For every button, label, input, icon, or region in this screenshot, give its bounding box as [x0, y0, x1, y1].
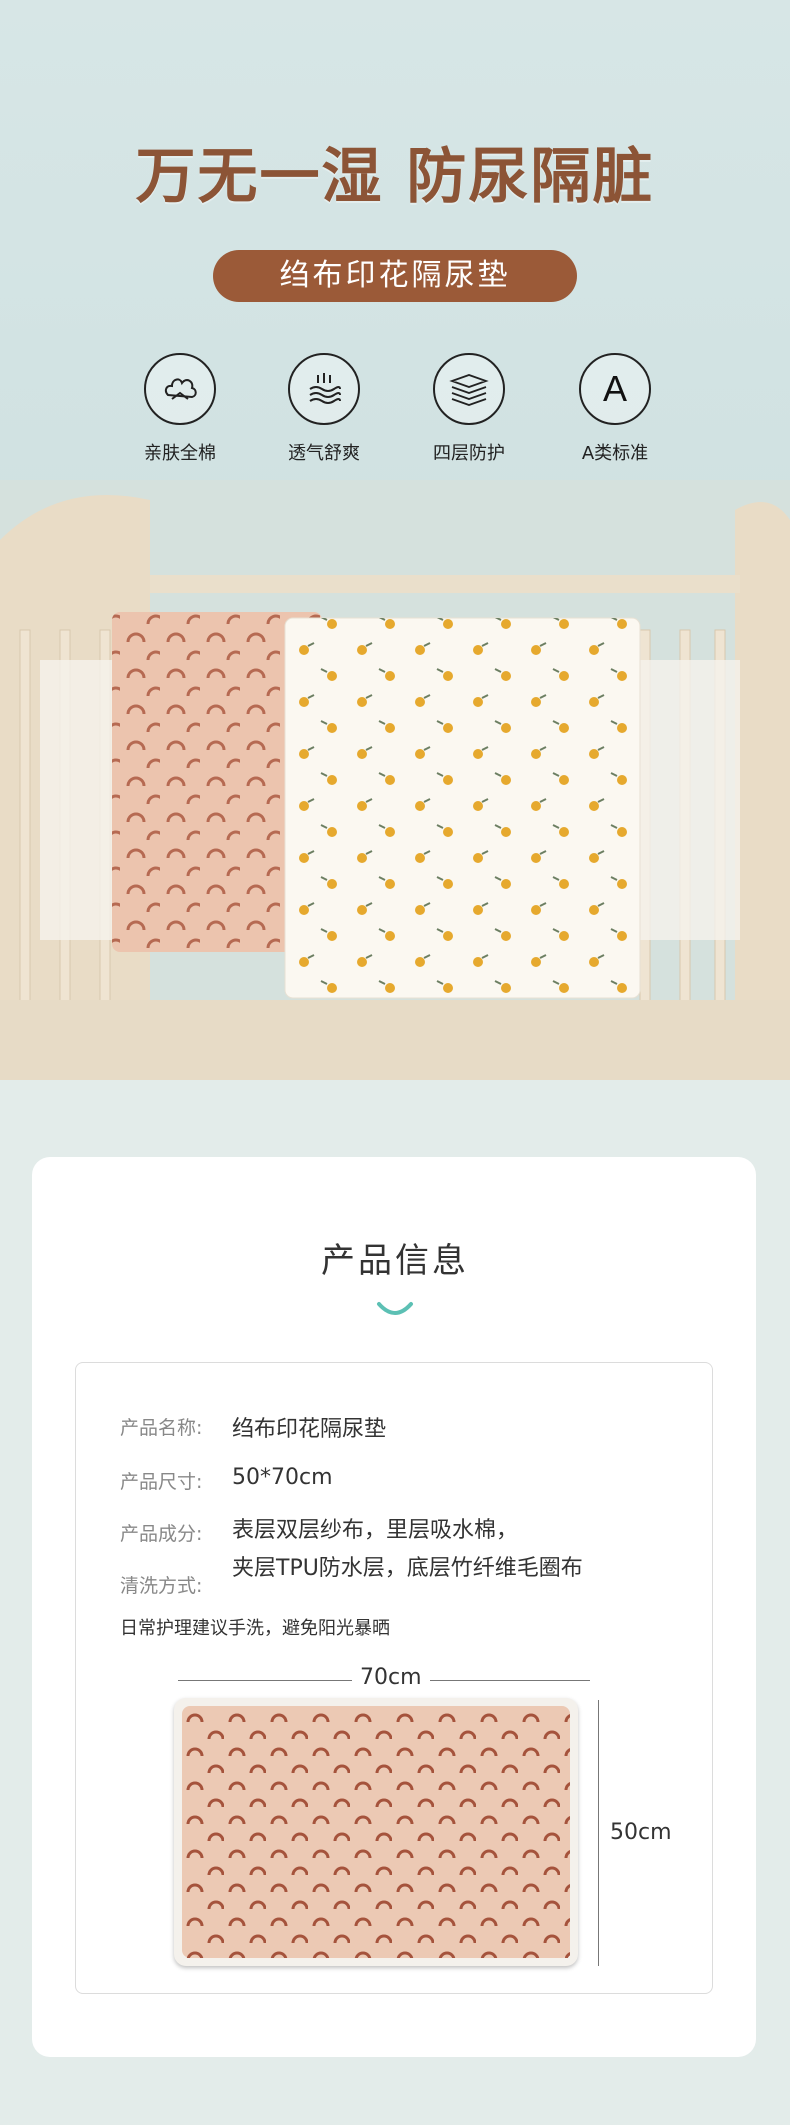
value-material: 表层双层纱布，里层吸水棉，: [232, 1518, 519, 1543]
section-title: 产品信息: [321, 1241, 469, 1281]
value-size: 50*70cm: [232, 1465, 333, 1490]
smile-divider-icon: [377, 1302, 413, 1315]
label-name: 产品名称:: [120, 1417, 203, 1439]
pad-pattern: [182, 1706, 570, 1958]
rainbow-pattern: [182, 1706, 570, 1958]
grade-a-icon: A: [579, 353, 651, 425]
crib-photo: [0, 480, 790, 1080]
layers-icon: [433, 353, 505, 425]
headline: 万无一湿 防尿隔脏: [135, 142, 655, 212]
height-dimension-line: [598, 1700, 599, 1966]
height-label: 50cm: [610, 1820, 672, 1845]
feature-label: A类标准: [581, 443, 649, 464]
breathable-waves-icon: [288, 353, 360, 425]
feature-grade-a: A A类标准: [565, 353, 665, 465]
feature-layers: 四层防护: [419, 353, 519, 465]
width-label: 70cm: [352, 1665, 430, 1690]
feature-label: 四层防护: [433, 443, 505, 464]
label-material: 产品成分:: [120, 1523, 203, 1545]
feature-label: 亲肤全棉: [144, 443, 216, 464]
hero-banner: 万无一湿 防尿隔脏 绉布印花隔尿垫 亲肤全棉 透气舒爽 四层防护 A A类标准: [0, 0, 790, 1080]
feature-label: 透气舒爽: [288, 443, 360, 464]
pad-diagram: [174, 1698, 578, 1966]
feature-breathable: 透气舒爽: [274, 353, 374, 465]
cotton-icon: [144, 353, 216, 425]
label-wash: 清洗方式:: [120, 1575, 203, 1597]
value-wash: 夹层TPU防水层，底层竹纤维毛圈布: [232, 1556, 583, 1581]
feature-cotton: 亲肤全棉: [130, 353, 230, 465]
care-note: 日常护理建议手洗，避免阳光暴晒: [120, 1618, 390, 1639]
label-size: 产品尺寸:: [120, 1471, 203, 1493]
value-name: 绉布印花隔尿垫: [232, 1417, 387, 1442]
product-name-pill: 绉布印花隔尿垫: [213, 250, 577, 302]
